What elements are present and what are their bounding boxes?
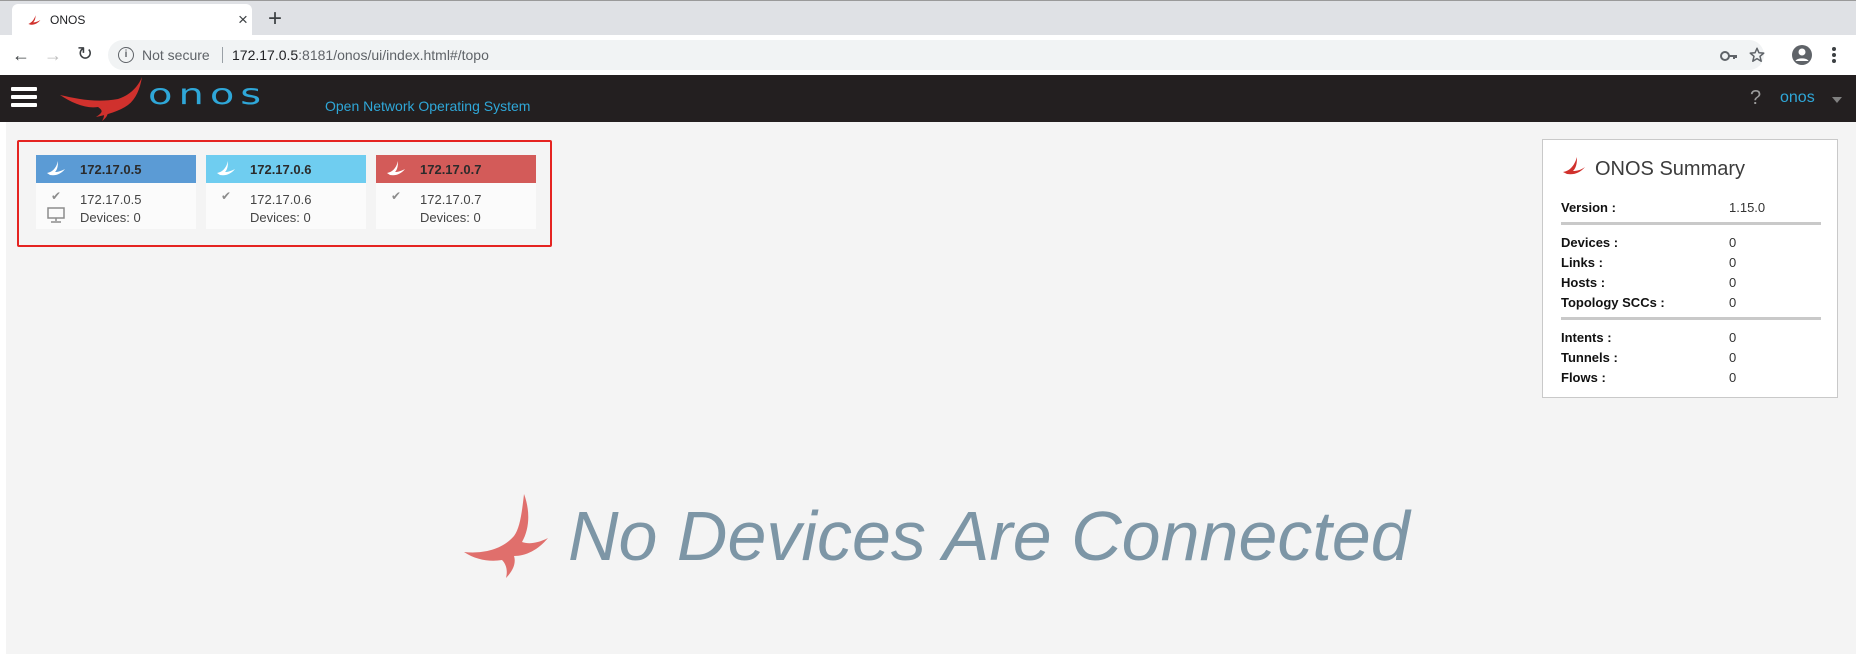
- ready-check-icon: ✔: [51, 189, 62, 203]
- reload-icon[interactable]: ↻: [73, 43, 97, 67]
- summary-value: 0: [1729, 275, 1737, 290]
- summary-divider: [1561, 222, 1821, 225]
- key-icon[interactable]: [1720, 48, 1738, 64]
- summary-label: Tunnels :: [1561, 350, 1618, 365]
- url-host: 172.17.0.5: [232, 47, 299, 63]
- onos-bird-icon: [387, 161, 405, 176]
- forward-arrow-icon[interactable]: →: [41, 43, 65, 67]
- new-tab-icon[interactable]: +: [268, 5, 282, 33]
- instance-header: 172.17.0.6: [206, 155, 366, 183]
- instance-ip: 172.17.0.5: [80, 192, 142, 207]
- address-bar[interactable]: i Not secure 172.17.0.5:8181/onos/ui/ind…: [108, 40, 1766, 70]
- onos-wordmark: onos: [148, 77, 268, 111]
- summary-label: Version :: [1561, 200, 1616, 215]
- instance-ip: 172.17.0.6: [250, 192, 312, 207]
- onos-bird-icon: [1563, 157, 1585, 175]
- tab-title: ONOS: [50, 13, 86, 27]
- onos-bird-icon: [464, 494, 548, 578]
- back-arrow-icon[interactable]: ←: [9, 43, 33, 67]
- instance-devices: Devices: 0: [250, 210, 311, 225]
- onos-summary-panel: ONOS Summary Version : 1.15.0 Devices : …: [1542, 139, 1838, 398]
- summary-value: 0: [1729, 235, 1737, 250]
- instance-devices: Devices: 0: [420, 210, 481, 225]
- cluster-instance-card[interactable]: 172.17.0.5 ✔ 172.17.0.5 Devices: 0: [36, 155, 196, 229]
- instance-title: 172.17.0.5: [80, 162, 142, 177]
- url-path: :8181/onos/ui/index.html#/topo: [298, 47, 489, 63]
- summary-label: Hosts :: [1561, 275, 1606, 290]
- info-icon[interactable]: i: [118, 47, 134, 63]
- account-icon[interactable]: [1790, 43, 1814, 67]
- no-devices-message: No Devices Are Connected: [568, 497, 1410, 575]
- url-text[interactable]: 172.17.0.5:8181/onos/ui/index.html#/topo: [232, 47, 489, 63]
- instance-ip: 172.17.0.7: [420, 192, 482, 207]
- onos-bird-icon: [28, 15, 41, 25]
- onos-logo-bird-icon: [60, 77, 142, 121]
- summary-label: Devices :: [1561, 235, 1619, 250]
- chevron-down-icon[interactable]: [1832, 97, 1842, 103]
- user-menu[interactable]: onos: [1780, 89, 1815, 107]
- instance-title: 172.17.0.6: [250, 162, 312, 177]
- summary-value: 0: [1729, 350, 1737, 365]
- instance-title: 172.17.0.7: [420, 162, 482, 177]
- browser-toolbar: ← → ↻ i Not secure 172.17.0.5:8181/onos/…: [0, 35, 1856, 75]
- summary-label: Flows :: [1561, 370, 1606, 385]
- summary-value: 0: [1729, 295, 1737, 310]
- summary-value: 0: [1729, 370, 1737, 385]
- hamburger-menu-icon[interactable]: [11, 87, 37, 109]
- ready-check-icon: ✔: [221, 189, 232, 203]
- ready-check-icon: ✔: [391, 189, 402, 203]
- onos-tagline: Open Network Operating System: [325, 98, 531, 114]
- summary-label: Topology SCCs :: [1561, 295, 1665, 310]
- more-vert-icon[interactable]: [1826, 43, 1842, 67]
- instance-header: 172.17.0.5: [36, 155, 196, 183]
- star-icon[interactable]: [1748, 46, 1766, 64]
- instance-header: 172.17.0.7: [376, 155, 536, 183]
- summary-value: 0: [1729, 255, 1737, 270]
- tab-close-icon[interactable]: ×: [238, 10, 248, 30]
- summary-label: Links :: [1561, 255, 1603, 270]
- instance-devices: Devices: 0: [80, 210, 141, 225]
- cluster-instance-card[interactable]: 172.17.0.7 ✔ 172.17.0.7 Devices: 0: [376, 155, 536, 229]
- onos-bird-icon: [217, 161, 235, 176]
- browser-tab[interactable]: ONOS ×: [12, 4, 252, 36]
- summary-title: ONOS Summary: [1595, 158, 1746, 180]
- summary-divider: [1561, 317, 1821, 320]
- help-icon[interactable]: ?: [1750, 87, 1761, 110]
- cluster-instance-card[interactable]: 172.17.0.6 ✔ 172.17.0.6 Devices: 0: [206, 155, 366, 229]
- monitor-icon: [47, 207, 65, 223]
- security-status[interactable]: Not secure: [142, 47, 210, 63]
- summary-value: 0: [1729, 330, 1737, 345]
- summary-value: 1.15.0: [1729, 200, 1766, 215]
- onos-masthead: onos Open Network Operating System ? ono…: [0, 75, 1856, 122]
- onos-bird-icon: [47, 161, 65, 176]
- omnibox-divider: [222, 47, 223, 63]
- browser-tab-strip: ONOS × +: [0, 0, 1856, 36]
- summary-label: Intents :: [1561, 330, 1612, 345]
